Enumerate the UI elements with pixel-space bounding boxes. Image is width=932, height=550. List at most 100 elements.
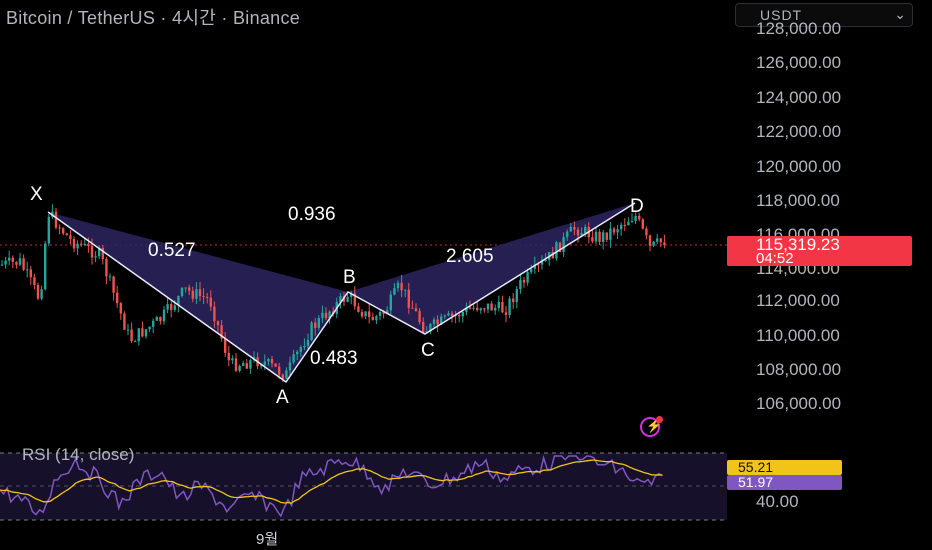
candle-body bbox=[321, 312, 324, 319]
candle-body bbox=[80, 243, 83, 245]
candle-body bbox=[29, 269, 32, 278]
candle-body bbox=[436, 319, 439, 325]
candle-body bbox=[378, 311, 382, 317]
candle-body bbox=[105, 258, 108, 277]
candle-body bbox=[108, 276, 112, 278]
candle-body bbox=[144, 329, 148, 337]
price-tick: 128,000.00 bbox=[756, 19, 842, 38]
candle-body bbox=[522, 280, 526, 283]
candle-body bbox=[101, 247, 104, 259]
candle-body bbox=[450, 313, 454, 316]
candle-body bbox=[461, 311, 464, 317]
candle-body bbox=[152, 320, 155, 327]
candle-body bbox=[33, 277, 36, 286]
time-axis-month: 9월 bbox=[256, 531, 279, 548]
candle-body bbox=[216, 321, 220, 326]
candle-body bbox=[166, 303, 169, 310]
rsi-indicator-label[interactable]: RSI (14, close) bbox=[22, 445, 134, 465]
candle-body bbox=[292, 354, 295, 363]
candle-body bbox=[468, 307, 472, 309]
candle-body bbox=[576, 229, 580, 236]
candle-body bbox=[400, 282, 403, 291]
candle-body bbox=[530, 268, 533, 273]
price-tick: 110,000.00 bbox=[756, 326, 840, 345]
candle-body bbox=[303, 345, 306, 348]
current-price-tag: 115,319.23 04:52 bbox=[727, 235, 912, 267]
price-tick: 126,000.00 bbox=[756, 53, 842, 72]
candle-body bbox=[8, 257, 11, 261]
candle-body bbox=[389, 294, 392, 311]
candle-body bbox=[65, 233, 68, 236]
candle-body bbox=[602, 232, 605, 242]
candle-body bbox=[569, 227, 572, 232]
candle-body bbox=[609, 228, 612, 240]
candle-body bbox=[224, 338, 227, 353]
candle-body bbox=[641, 219, 644, 229]
candle-body bbox=[234, 358, 238, 371]
candle-body bbox=[159, 317, 162, 322]
candle-body bbox=[612, 228, 616, 233]
candle-body bbox=[87, 243, 90, 246]
price-tick: 112,000.00 bbox=[756, 291, 840, 310]
candle-body bbox=[364, 311, 367, 317]
candle-body bbox=[652, 241, 655, 246]
candle-body bbox=[202, 295, 205, 297]
candle-body bbox=[346, 296, 349, 302]
candle-body bbox=[494, 307, 497, 311]
candle-body bbox=[418, 311, 421, 323]
candle-body bbox=[411, 307, 414, 309]
candle-body bbox=[458, 315, 461, 317]
rsi-signal-value-tag: 55.21 bbox=[727, 459, 842, 475]
candle-body bbox=[476, 307, 479, 311]
candle-body bbox=[656, 238, 659, 242]
ratio-bd: 2.605 bbox=[446, 246, 494, 267]
lightning-icon[interactable]: ⚡ bbox=[640, 416, 663, 437]
candle-body bbox=[126, 329, 130, 331]
rsi-signal-value: 55.21 bbox=[738, 459, 774, 475]
candle-body bbox=[141, 328, 144, 337]
candle-body bbox=[263, 361, 266, 366]
pattern-point-a: A bbox=[276, 387, 289, 408]
price-tick: 108,000.00 bbox=[756, 360, 842, 379]
candle-body bbox=[504, 312, 508, 315]
candle-body bbox=[83, 243, 86, 245]
candle-body bbox=[562, 237, 565, 252]
candle-body bbox=[414, 308, 418, 312]
candle-body bbox=[119, 303, 122, 314]
ratio-xd: 0.936 bbox=[288, 204, 336, 225]
candle-body bbox=[620, 224, 623, 230]
candle-body bbox=[195, 289, 198, 299]
candle-body bbox=[288, 362, 292, 371]
candle-body bbox=[659, 238, 662, 243]
candle-body bbox=[249, 360, 252, 369]
candle-body bbox=[15, 261, 18, 265]
candle-body bbox=[566, 231, 569, 238]
rsi-value: 51.97 bbox=[738, 474, 774, 490]
candle-body bbox=[242, 363, 245, 366]
candle-body bbox=[206, 296, 209, 298]
candle-body bbox=[227, 352, 230, 361]
candle-body bbox=[184, 287, 187, 289]
candle-body bbox=[4, 260, 7, 265]
candle-body bbox=[515, 289, 518, 303]
candle-body bbox=[155, 317, 158, 321]
candle-body bbox=[375, 316, 378, 321]
candle-body bbox=[191, 290, 194, 299]
candle-body bbox=[285, 370, 288, 379]
candle-body bbox=[18, 258, 22, 265]
candle-body bbox=[648, 235, 652, 246]
candle-body bbox=[134, 341, 137, 343]
candle-body bbox=[645, 228, 648, 236]
candle-body bbox=[357, 306, 360, 312]
candle-body bbox=[47, 216, 50, 244]
candle-body bbox=[137, 328, 140, 342]
candle-body bbox=[630, 220, 634, 222]
pattern-point-c: C bbox=[421, 340, 435, 361]
candle-body bbox=[116, 292, 119, 304]
candle-body bbox=[213, 306, 216, 322]
rsi-value-tag: 51.97 bbox=[727, 474, 842, 490]
candle-body bbox=[605, 232, 608, 240]
candle-body bbox=[314, 322, 317, 328]
ratio-ac: 0.483 bbox=[310, 348, 358, 369]
candle-body bbox=[198, 289, 202, 296]
